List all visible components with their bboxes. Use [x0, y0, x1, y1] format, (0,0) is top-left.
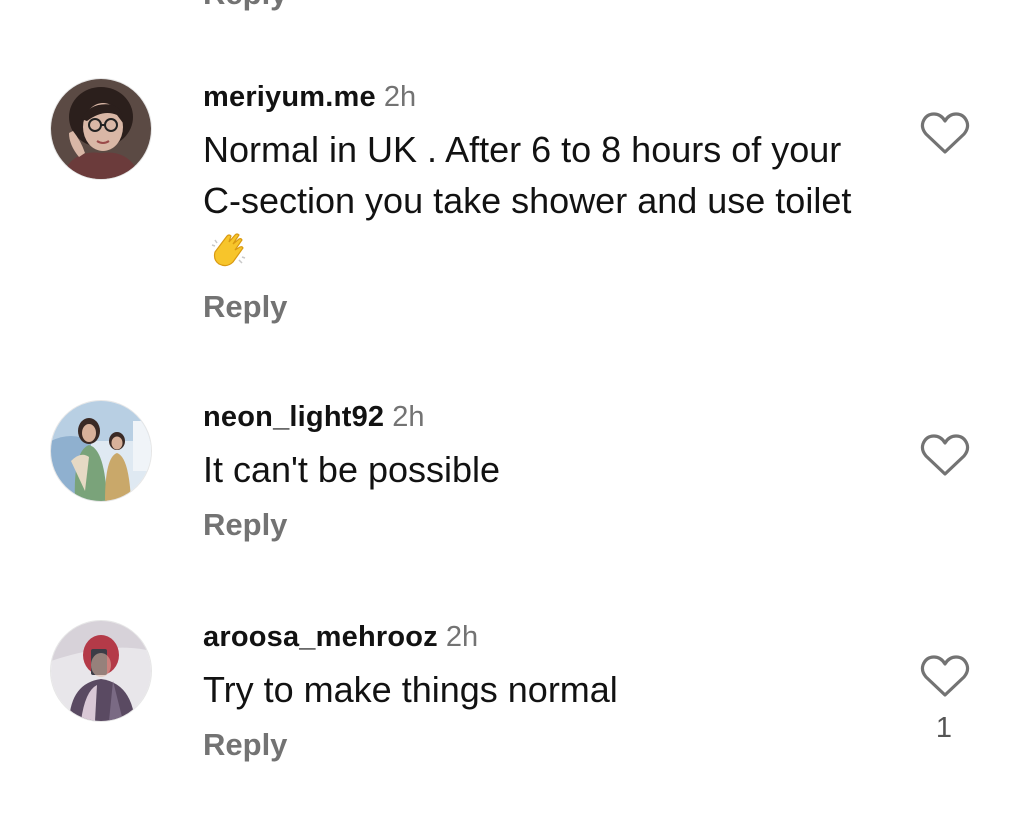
- reply-button[interactable]: Reply: [203, 505, 863, 545]
- like-button[interactable]: [920, 653, 970, 699]
- comment-meta: aroosa_mehrooz 2h: [203, 620, 863, 654]
- comment-body: neon_light92 2h It can't be possible Repl…: [203, 400, 863, 545]
- heart-outline-icon: [920, 434, 970, 476]
- comment-body: aroosa_mehrooz 2h Try to make things norm…: [203, 620, 863, 765]
- like-button[interactable]: [920, 110, 970, 156]
- avatar[interactable]: [50, 400, 152, 502]
- username[interactable]: neon_light92: [203, 401, 384, 433]
- like-button[interactable]: [920, 432, 970, 478]
- comment-meta: neon_light92 2h: [203, 400, 863, 434]
- comment-meta: meriyum.me 2h: [203, 80, 863, 114]
- comment-text: Try to make things normal: [203, 669, 618, 710]
- comment-text: Normal in UK . After 6 to 8 hours of you…: [203, 124, 863, 277]
- avatar[interactable]: [50, 620, 152, 722]
- comment-text-content: Normal in UK . After 6 to 8 hours of you…: [203, 129, 852, 221]
- previous-reply-button[interactable]: Reply: [203, 0, 287, 9]
- timestamp: 2h: [392, 401, 425, 433]
- reply-button[interactable]: Reply: [203, 287, 863, 327]
- timestamp: 2h: [445, 621, 479, 653]
- comment-body: meriyum.me 2h Normal in UK . After 6 to 8…: [203, 80, 863, 327]
- comment-text: It can't be possible: [203, 449, 501, 490]
- timestamp: 2h: [383, 81, 417, 113]
- avatar-image: [51, 621, 151, 721]
- avatar-image: [51, 79, 151, 179]
- username[interactable]: meriyum.me: [203, 81, 376, 113]
- clapping-hands-icon: [209, 230, 249, 270]
- avatar-image: [51, 401, 151, 501]
- heart-outline-icon: [920, 655, 970, 697]
- avatar[interactable]: [50, 78, 152, 180]
- reply-button[interactable]: Reply: [203, 725, 863, 765]
- like-count: 1: [935, 712, 953, 744]
- heart-outline-icon: [920, 112, 970, 154]
- comments-page: Reply meriyum.me2h Normal in UK . After …: [0, 0, 1024, 819]
- username[interactable]: aroosa_mehrooz: [203, 621, 438, 653]
